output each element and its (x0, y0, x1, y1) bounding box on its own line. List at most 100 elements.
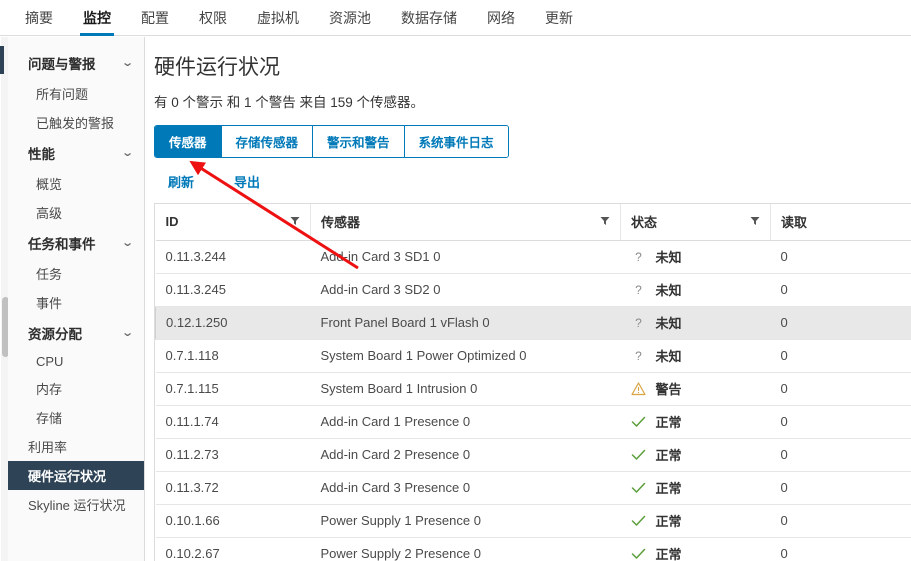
cell-status: ? 未知 (620, 306, 771, 340)
cell-sensor: System Board 1 Power Optimized 0 (310, 339, 621, 373)
table-row[interactable]: 0.7.1.115 System Board 1 Intrusion 0 警告 0 (155, 372, 911, 406)
sidebar-group-3[interactable]: 资源分配 ⌄ (8, 317, 144, 349)
sidebar-item-0-1[interactable]: 已触发的警报 (8, 108, 144, 137)
cell-id: 0.11.2.73 (155, 438, 311, 472)
question-icon: ? (635, 249, 642, 264)
question-icon: ? (635, 282, 642, 297)
topnav-item-0[interactable]: 摘要 (10, 0, 68, 35)
cell-id: 0.11.1.74 (155, 405, 311, 439)
table-header-label: 状态 (631, 215, 658, 231)
table-header-label: ID (165, 214, 179, 230)
topnav-item-7[interactable]: 网络 (472, 0, 530, 35)
chevron-down-icon[interactable]: ⌄ (121, 57, 134, 69)
segmented-button-2[interactable]: 警示和警告 (313, 126, 405, 157)
cell-sensor: System Board 1 Intrusion 0 (310, 372, 621, 406)
status-label: 未知 (655, 349, 682, 364)
sidebar-group-2[interactable]: 任务和事件 ⌄ (8, 227, 144, 259)
sidebar-item-3-0[interactable]: CPU (8, 349, 144, 374)
cell-reading: 0 (770, 306, 911, 340)
topnav-item-2[interactable]: 配置 (126, 0, 184, 35)
cell-status: 警告 (620, 372, 771, 406)
table-row[interactable]: 0.7.1.118 System Board 1 Power Optimized … (155, 339, 911, 373)
table-row[interactable]: 0.10.2.67 Power Supply 2 Presence 0 正常 0 (155, 537, 911, 561)
cell-status: 正常 (620, 438, 771, 472)
table-row[interactable]: 0.11.3.244 Add-in Card 3 SD1 0? 未知 0 (155, 240, 911, 274)
topnav-item-5[interactable]: 资源池 (314, 0, 386, 35)
topnav-item-6[interactable]: 数据存储 (386, 0, 472, 35)
cell-sensor: Add-in Card 3 SD1 0 (310, 240, 621, 274)
chevron-down-icon[interactable]: ⌄ (121, 237, 134, 249)
table-header-cell-3[interactable]: 读取 (770, 204, 911, 241)
table-header-label: 传感器 (321, 215, 361, 231)
chevron-down-icon[interactable]: ⌄ (121, 147, 134, 159)
cell-reading: 0 (770, 504, 911, 538)
page-subtitle: 有 0 个警示 和 1 个警告 来自 159 个传感器。 (154, 95, 425, 110)
left-scrollbar-track[interactable] (1, 37, 9, 561)
sidebar-item-plain-1[interactable]: 硬件运行状况 (8, 461, 144, 490)
cell-sensor: Add-in Card 2 Presence 0 (310, 438, 621, 472)
left-edge-accent-marker (0, 46, 4, 74)
table-row[interactable]: 0.12.1.250 Front Panel Board 1 vFlash 0? 未… (155, 306, 911, 340)
status-label: 正常 (655, 415, 682, 430)
table-row[interactable]: 0.11.1.74 Add-in Card 1 Presence 0 正常 0 (155, 405, 911, 439)
segmented-button-1[interactable]: 存储传感器 (221, 126, 314, 157)
question-icon: ? (635, 348, 642, 363)
sidebar-item-plain-2[interactable]: Skyline 运行状况 (8, 490, 144, 519)
action-link-0[interactable]: 刷新 (168, 172, 194, 191)
table-header-cell-1[interactable]: 传感器 (310, 204, 621, 241)
action-link-bar: 刷新 导出 (168, 172, 911, 191)
topnav-item-1[interactable]: 监控 (68, 0, 126, 36)
cell-id: 0.11.3.72 (155, 471, 311, 505)
status-label: 正常 (655, 481, 682, 496)
sensors-table-container: ID 传感器 状态 读取 0.11.3.244 Add-in Card 3 SD1 0?… (154, 203, 911, 561)
segmented-button-0[interactable]: 传感器 (155, 126, 222, 157)
sidebar-group-label: 任务和事件 (28, 237, 96, 252)
cell-id: 0.11.3.245 (155, 273, 311, 307)
sidebar-item-1-0[interactable]: 概览 (8, 169, 144, 198)
sensors-table-body: 0.11.3.244 Add-in Card 3 SD1 0? 未知 0 0.11.3.… (155, 240, 911, 561)
sidebar-group-label: 资源分配 (28, 327, 82, 342)
sidebar-group-label: 问题与警报 (28, 57, 96, 72)
cell-sensor: Power Supply 2 Presence 0 (310, 537, 621, 561)
chevron-down-icon[interactable]: ⌄ (121, 327, 134, 339)
sidebar-item-1-1[interactable]: 高级 (8, 198, 144, 227)
sidebar-item-0-0[interactable]: 所有问题 (8, 79, 144, 108)
sidebar-item-3-2[interactable]: 存储 (8, 403, 144, 432)
funnel-icon[interactable] (600, 214, 610, 229)
cell-id: 0.12.1.250 (155, 306, 311, 340)
status-label: 正常 (655, 448, 682, 463)
sidebar-item-2-0[interactable]: 任务 (8, 259, 144, 288)
table-header-cell-2[interactable]: 状态 (620, 204, 771, 241)
cell-reading: 0 (770, 240, 911, 274)
sidebar-item-2-1[interactable]: 事件 (8, 288, 144, 317)
table-row[interactable]: 0.11.3.72 Add-in Card 3 Presence 0 正常 0 (155, 471, 911, 505)
sensors-table: ID 传感器 状态 读取 0.11.3.244 Add-in Card 3 SD1 0?… (155, 204, 911, 561)
sidebar-item-3-1[interactable]: 内存 (8, 374, 144, 403)
funnel-icon[interactable] (290, 214, 300, 229)
action-link-1[interactable]: 导出 (234, 172, 260, 191)
cell-status: ? 未知 (620, 273, 771, 307)
sidebar-item-plain-0[interactable]: 利用率 (8, 432, 144, 461)
question-icon: ? (635, 315, 642, 330)
sidebar: 问题与警报 ⌄ 所有问题 已触发的警报性能 ⌄ 概览 高级任务和事件 ⌄ 任务 事件资源分配 ⌄ CP… (8, 37, 145, 561)
cell-reading: 0 (770, 339, 911, 373)
cell-id: 0.11.3.244 (155, 240, 311, 274)
cell-sensor: Front Panel Board 1 vFlash 0 (310, 306, 621, 340)
topnav-item-3[interactable]: 权限 (184, 0, 242, 35)
cell-reading: 0 (770, 471, 911, 505)
sidebar-group-0[interactable]: 问题与警报 ⌄ (8, 47, 144, 79)
cell-sensor: Add-in Card 3 Presence 0 (310, 471, 621, 505)
table-row[interactable]: 0.10.1.66 Power Supply 1 Presence 0 正常 0 (155, 504, 911, 538)
status-label: 未知 (655, 250, 682, 265)
table-row[interactable]: 0.11.3.245 Add-in Card 3 SD2 0? 未知 0 (155, 273, 911, 307)
segmented-button-3[interactable]: 系统事件日志 (404, 126, 508, 157)
topnav-item-8[interactable]: 更新 (530, 0, 588, 35)
table-row[interactable]: 0.11.2.73 Add-in Card 2 Presence 0 正常 0 (155, 438, 911, 472)
check-icon (631, 514, 647, 528)
sidebar-group-label: 性能 (28, 147, 55, 162)
topnav-item-4[interactable]: 虚拟机 (242, 0, 314, 35)
funnel-icon[interactable] (750, 214, 760, 229)
table-header-cell-0[interactable]: ID (155, 204, 311, 241)
sidebar-group-1[interactable]: 性能 ⌄ (8, 137, 144, 169)
sensors-table-head: ID 传感器 状态 读取 (155, 204, 911, 241)
